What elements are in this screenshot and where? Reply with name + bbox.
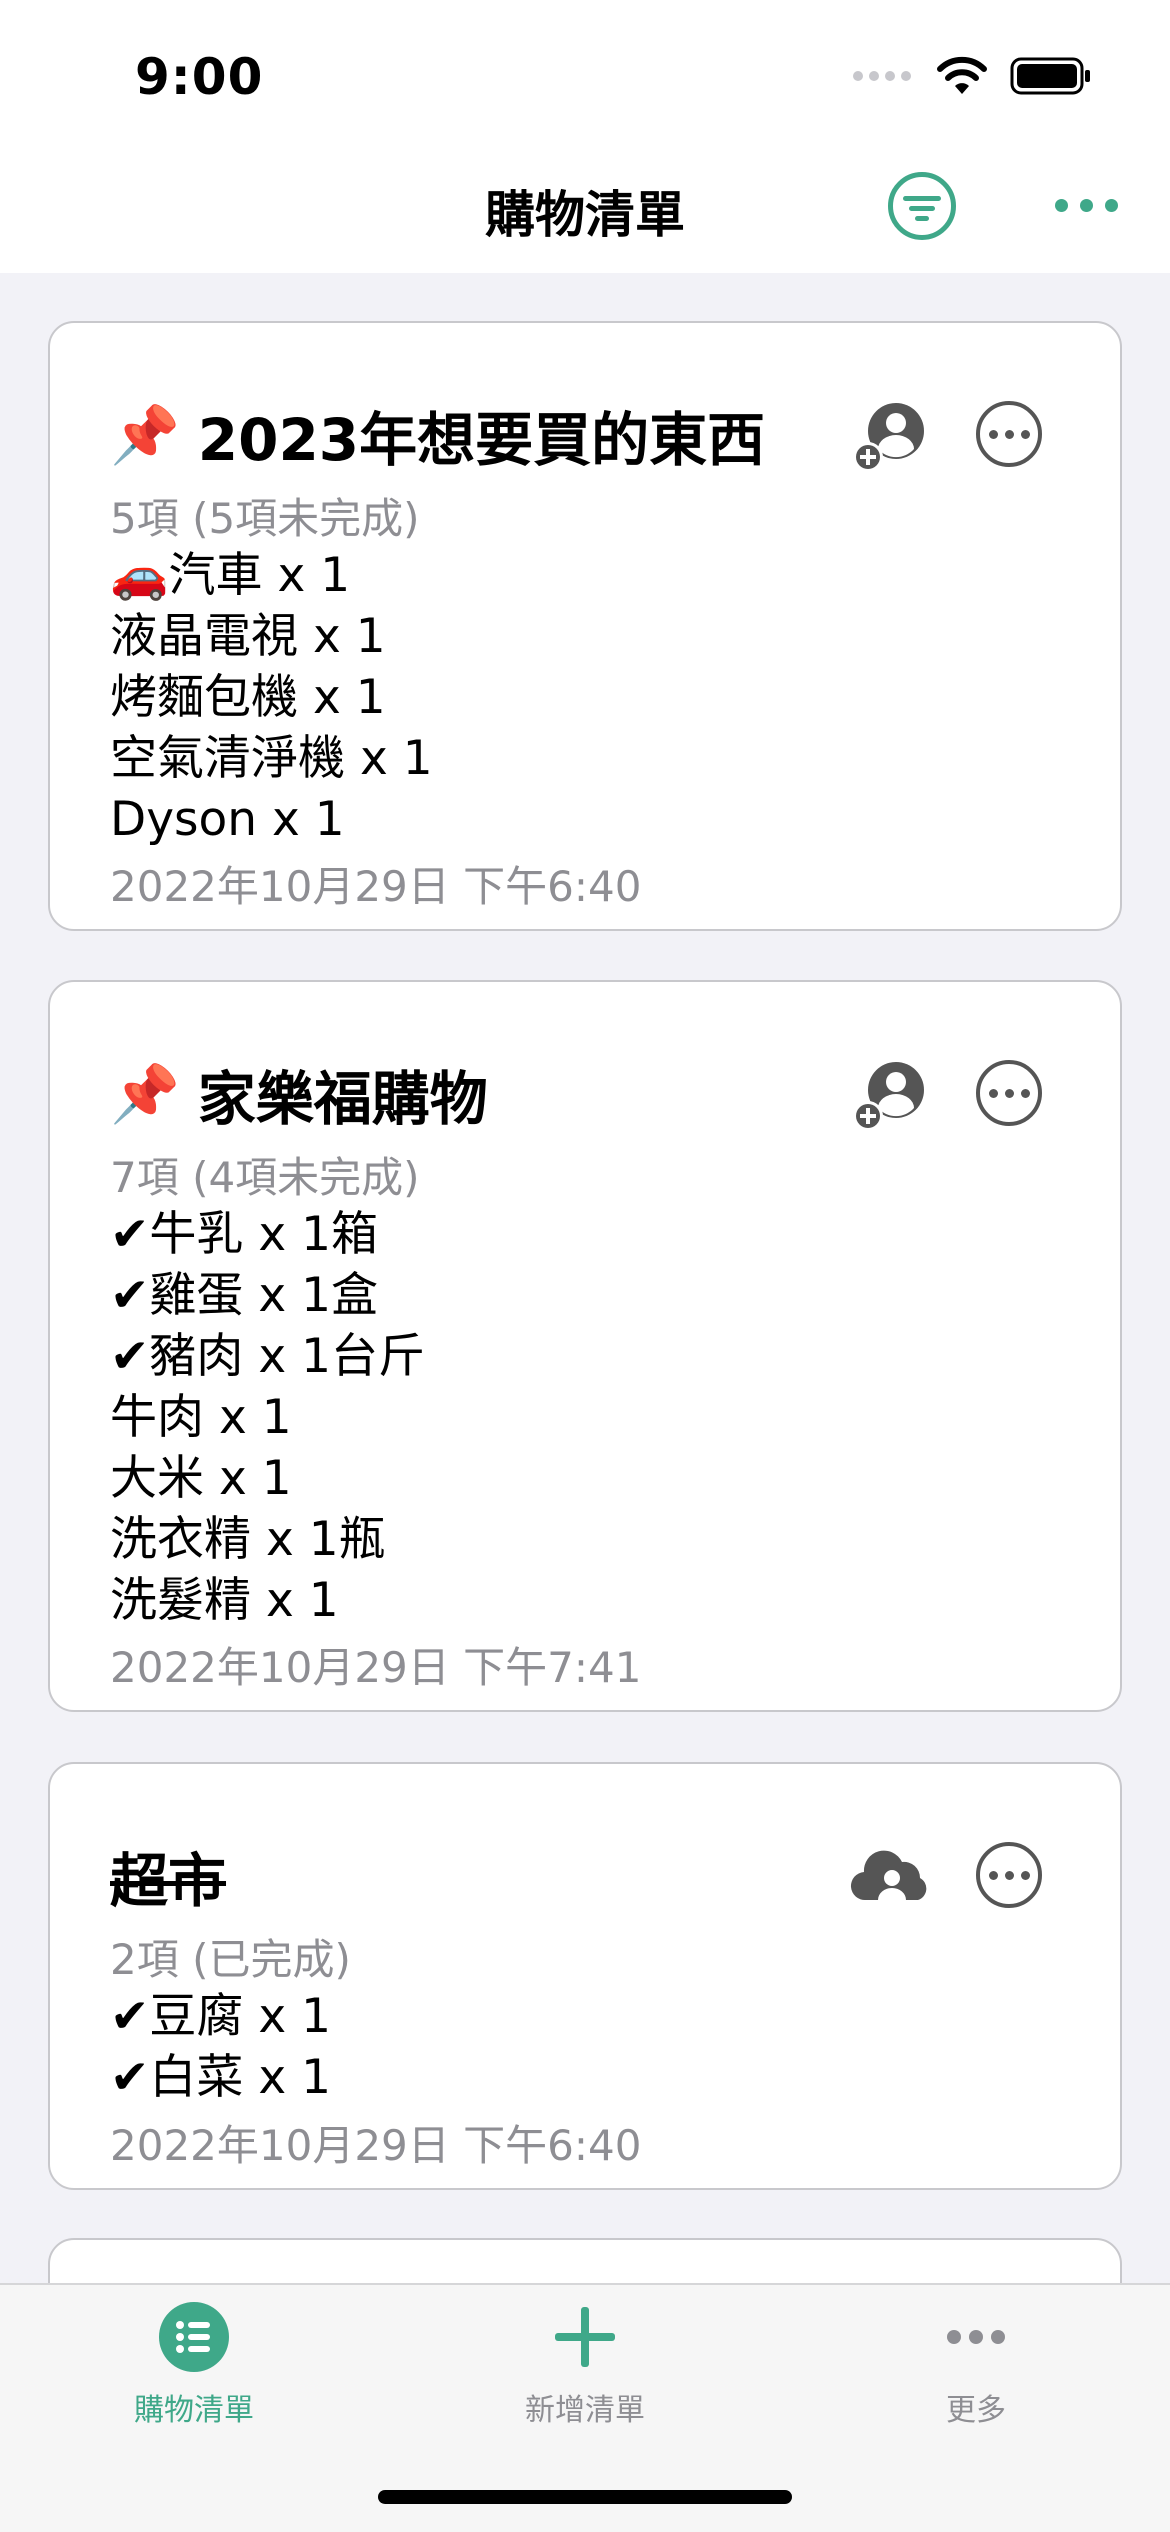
tab-label: 更多 — [946, 2393, 1006, 2428]
card-menu-button[interactable] — [976, 401, 1042, 467]
filter-icon-line — [915, 216, 929, 221]
ellipsis-icon — [1055, 199, 1068, 212]
list-scroll-view[interactable]: 📌 2023年想要買的東西 5項 (5項未完成) 🚗汽車 x 1 液晶電視 x … — [0, 273, 1170, 2283]
item-count: 2項 (已完成) — [110, 1935, 351, 1984]
tab-label: 新增清單 — [525, 2393, 645, 2428]
list-item: 大米 x 1 — [110, 1451, 292, 1506]
shopping-list-card[interactable] — [48, 2238, 1122, 2283]
page-title: 購物清單 — [485, 186, 685, 244]
ellipsis-dot — [1020, 1088, 1030, 1098]
list-item: 洗髮精 x 1 — [110, 1573, 339, 1628]
wifi-icon — [937, 56, 987, 94]
filter-icon-line — [909, 206, 935, 211]
list-icon — [159, 2302, 229, 2372]
nav-bar: 購物清單 — [0, 145, 1170, 273]
shopping-list-card[interactable]: 超市 2項 (已完成) ✔豆腐 x 1 ✔白菜 x 1 2022年10月29日 … — [48, 1762, 1122, 2190]
ellipsis-icon — [988, 429, 998, 439]
list-item: 烤麵包機 x 1 — [110, 670, 386, 725]
list-item: 牛肉 x 1 — [110, 1390, 292, 1445]
tab-new-list[interactable]: 新增清單 — [435, 2301, 735, 2429]
list-date: 2022年10月29日 下午6:40 — [110, 2121, 642, 2170]
ellipsis-dot — [1080, 199, 1093, 212]
pin-icon: 📌 — [110, 1062, 180, 1127]
more-options-button[interactable] — [1055, 199, 1118, 212]
tab-shopping-lists[interactable]: 購物清單 — [44, 2301, 344, 2429]
ellipsis-icon — [988, 1870, 998, 1880]
filter-icon — [903, 196, 941, 201]
list-item: 液晶電視 x 1 — [110, 609, 386, 664]
status-icons — [852, 52, 1092, 100]
card-menu-button[interactable] — [976, 1842, 1042, 1908]
home-indicator — [378, 2490, 792, 2504]
list-title-text: 超市 — [110, 1847, 227, 1915]
pin-icon: 📌 — [110, 403, 180, 468]
ellipsis-dot — [1020, 429, 1030, 439]
ellipsis-icon — [947, 2330, 1005, 2344]
status-time: 9:00 — [135, 48, 264, 106]
item-count: 5項 (5項未完成) — [110, 494, 420, 543]
ellipsis-icon — [988, 1088, 998, 1098]
list-date: 2022年10月29日 下午6:40 — [110, 862, 642, 911]
list-item: ✔豆腐 x 1 — [110, 1989, 331, 2044]
list-item: 空氣清淨機 x 1 — [110, 731, 433, 786]
person-add-icon[interactable] — [850, 1054, 932, 1136]
list-title-text: 家樂福購物 — [197, 1065, 488, 1133]
list-date: 2022年10月29日 下午7:41 — [110, 1643, 642, 1692]
list-title: 超市 — [110, 1834, 226, 1918]
cloud-person-icon[interactable] — [850, 1834, 932, 1916]
status-bar: 9:00 — [0, 0, 1170, 145]
plus-icon — [555, 2307, 615, 2367]
list-item: ✔白菜 x 1 — [110, 2050, 331, 2105]
list-item: Dyson x 1 — [110, 792, 345, 847]
list-title: 📌 2023年想要買的東西 — [110, 393, 765, 477]
shopping-list-card[interactable]: 📌 家樂福購物 7項 (4項未完成) ✔牛乳 x 1箱 ✔雞蛋 x 1盒 ✔豬肉… — [48, 980, 1122, 1712]
battery-icon — [1010, 57, 1090, 95]
list-item: 洗衣精 x 1瓶 — [110, 1512, 386, 1567]
tab-more[interactable]: 更多 — [826, 2301, 1126, 2429]
ellipsis-dot — [1004, 429, 1014, 439]
ellipsis-dot — [1020, 1870, 1030, 1880]
list-title: 📌 家樂福購物 — [110, 1052, 488, 1136]
ellipsis-dot — [1004, 1088, 1014, 1098]
item-list: ✔豆腐 x 1 ✔白菜 x 1 — [110, 1986, 331, 2108]
ellipsis-dot — [1105, 199, 1118, 212]
list-item: 🚗汽車 x 1 — [110, 548, 351, 603]
ellipsis-dot — [1004, 1870, 1014, 1880]
person-add-icon[interactable] — [850, 395, 932, 477]
item-list: 🚗汽車 x 1 液晶電視 x 1 烤麵包機 x 1 空氣清淨機 x 1 Dyso… — [110, 545, 433, 850]
tab-label: 購物清單 — [134, 2393, 254, 2428]
item-count: 7項 (4項未完成) — [110, 1153, 420, 1202]
list-item: ✔牛乳 x 1箱 — [110, 1207, 378, 1262]
shopping-list-card[interactable]: 📌 2023年想要買的東西 5項 (5項未完成) 🚗汽車 x 1 液晶電視 x … — [48, 321, 1122, 931]
list-title-text: 2023年想要買的東西 — [197, 406, 766, 474]
cellular-signal-icon — [853, 71, 911, 81]
list-item: ✔豬肉 x 1台斤 — [110, 1329, 425, 1384]
item-list: ✔牛乳 x 1箱 ✔雞蛋 x 1盒 ✔豬肉 x 1台斤 牛肉 x 1 大米 x … — [110, 1204, 425, 1631]
card-menu-button[interactable] — [976, 1060, 1042, 1126]
list-item: ✔雞蛋 x 1盒 — [110, 1268, 378, 1323]
filter-button[interactable] — [888, 172, 956, 240]
